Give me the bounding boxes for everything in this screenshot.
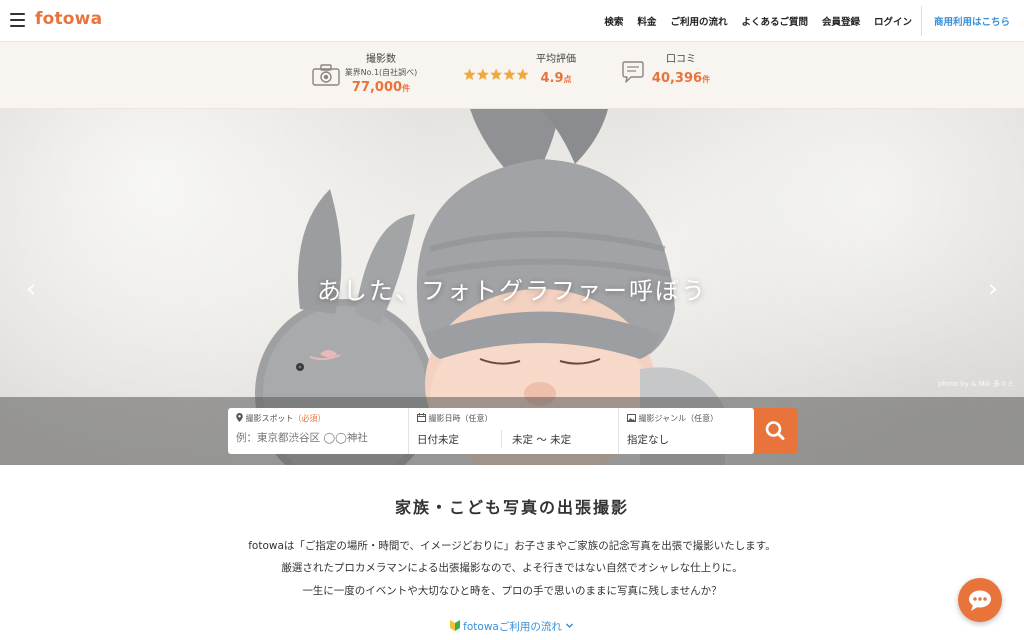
nav-pricing[interactable]: 料金 (637, 14, 656, 28)
pin-icon (236, 413, 243, 422)
business-use-link[interactable]: 商用利用はこちら (934, 14, 1010, 28)
nav-search[interactable]: 検索 (604, 14, 623, 28)
spot-label: 撮影スポット（必須） (236, 413, 326, 424)
chat-icon (969, 590, 991, 611)
flow-link[interactable]: fotowaご利用の流れ (0, 619, 1024, 634)
search-button[interactable] (754, 408, 797, 454)
date-value[interactable]: 日付未定 (417, 432, 459, 447)
rating-stars (463, 66, 529, 85)
stat-shots-label: 撮影数 (366, 54, 396, 65)
stat-rating-value: 4.9点 (540, 71, 572, 86)
nav-faq[interactable]: よくあるご質問 (741, 14, 808, 28)
image-icon (627, 414, 636, 422)
stat-reviews-label: 口コミ (666, 54, 696, 65)
stat-shots-sub: 業界No.1(自社調べ) (344, 68, 418, 77)
nav-divider (921, 6, 922, 36)
hero-title: あした、フォトグラファー呼ぼう (317, 277, 707, 305)
genre-label: 撮影ジャンル（任意） (627, 413, 718, 424)
stat-shots-value: 77,000件 (351, 80, 411, 95)
menu-icon[interactable] (10, 13, 25, 27)
site-logo[interactable]: fotowa (35, 9, 102, 29)
intro-line-2: 厳選されたプロカメラマンによる出張撮影なので、よそ行きではない自然でオシャレな仕… (281, 562, 743, 574)
intro-line-3: 一生に一度のイベントや大切なひと時を、プロの手で思いのままに写真に残しませんか？ (302, 585, 722, 597)
time-value[interactable]: 未定 ～ 未定 (512, 432, 571, 447)
spot-field[interactable]: 撮影スポット（必須） (228, 408, 408, 454)
stat-rating: 平均評価 4.9点 (530, 50, 582, 86)
speech-bubble-icon (622, 61, 644, 83)
stat-shots: 撮影数 業界No.1(自社調べ) 77,000件 (340, 50, 422, 95)
camera-icon (312, 64, 340, 86)
nav-flow[interactable]: ご利用の流れ (670, 14, 727, 28)
intro-line-1: fotowaは「ご指定の場所・時間で、イメージどおりに」お子さまやご家族の記念写… (248, 540, 776, 552)
nav-login[interactable]: ログイン (874, 14, 912, 28)
chevron-down-icon (566, 623, 574, 629)
spot-input[interactable] (236, 432, 404, 444)
calendar-icon (417, 413, 426, 422)
genre-field[interactable]: 撮影ジャンル（任意） 指定なし (619, 408, 754, 454)
star-icon (463, 68, 529, 80)
search-form: 撮影スポット（必須） 撮影日時（任意） 日付未定 未定 ～ 未定 撮影ジャンル（… (228, 408, 754, 454)
photo-credit: photo by & Mik 多々ミ (937, 380, 1014, 388)
genre-value[interactable]: 指定なし (627, 432, 669, 447)
stat-reviews-value: 40,396件 (651, 71, 711, 86)
beginner-mark-icon (449, 620, 460, 631)
site-header: fotowa 検索 料金 ご利用の流れ よくあるご質問 会員登録 ログイン 商用… (0, 0, 1024, 42)
stat-rating-label: 平均評価 (536, 54, 576, 65)
search-icon (765, 421, 785, 440)
date-field[interactable]: 撮影日時（任意） 日付未定 未定 ～ 未定 (409, 408, 618, 454)
nav-register[interactable]: 会員登録 (822, 14, 860, 28)
main-nav: 検索 料金 ご利用の流れ よくあるご質問 会員登録 ログイン (604, 14, 912, 28)
stats-bar: 撮影数 業界No.1(自社調べ) 77,000件 平均評価 4.9点 口コミ 4… (0, 42, 1024, 109)
stat-reviews: 口コミ 40,396件 (650, 50, 712, 86)
date-label: 撮影日時（任意） (417, 413, 493, 424)
intro-title: 家族・こども写真の出張撮影 (394, 498, 629, 517)
chat-button[interactable] (958, 578, 1002, 622)
